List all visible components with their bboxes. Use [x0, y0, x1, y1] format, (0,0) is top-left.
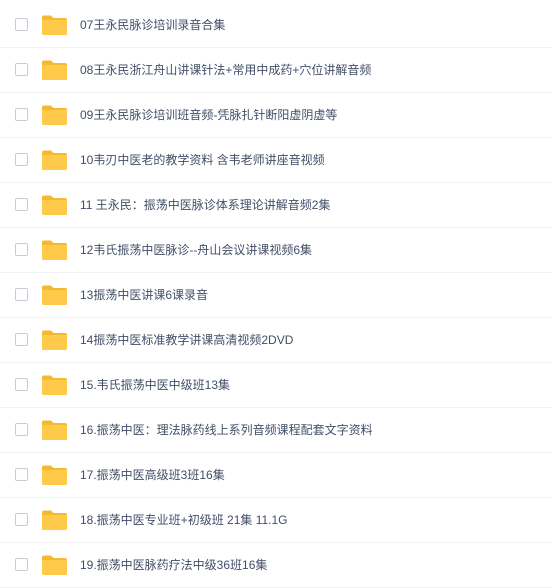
folder-icon [41, 14, 68, 36]
select-checkbox[interactable] [15, 198, 28, 211]
select-checkbox[interactable] [15, 243, 28, 256]
select-checkbox[interactable] [15, 288, 28, 301]
select-checkbox[interactable] [15, 153, 28, 166]
folder-icon [41, 104, 68, 126]
list-item[interactable]: 17.振荡中医高级班3班16集 [0, 453, 552, 498]
folder-name-link[interactable]: 17.振荡中医高级班3班16集 [80, 467, 225, 483]
select-checkbox[interactable] [15, 63, 28, 76]
folder-icon [41, 329, 68, 351]
list-item[interactable]: 08王永民浙江舟山讲课针法+常用中成药+穴位讲解音频 [0, 48, 552, 93]
select-checkbox[interactable] [15, 513, 28, 526]
folder-name-link[interactable]: 09王永民脉诊培训班音频-凭脉扎针断阳虚阴虚等 [80, 107, 337, 123]
list-item[interactable]: 07王永民脉诊培训录音合集 [0, 3, 552, 48]
folder-name-link[interactable]: 07王永民脉诊培训录音合集 [80, 17, 225, 33]
folder-icon [41, 419, 68, 441]
folder-icon [41, 59, 68, 81]
select-checkbox[interactable] [15, 18, 28, 31]
folder-icon [41, 239, 68, 261]
folder-name-link[interactable]: 16.振荡中医：理法脉药线上系列音频课程配套文字资料 [80, 422, 373, 438]
list-item[interactable]: 16.振荡中医：理法脉药线上系列音频课程配套文字资料 [0, 408, 552, 453]
folder-icon [41, 464, 68, 486]
select-checkbox[interactable] [15, 468, 28, 481]
select-checkbox[interactable] [15, 423, 28, 436]
folder-name-link[interactable]: 13振荡中医讲课6课录音 [80, 287, 208, 303]
file-list: 07王永民脉诊培训录音合集 08王永民浙江舟山讲课针法+常用中成药+穴位讲解音频… [0, 0, 552, 588]
folder-name-link[interactable]: 10韦刃中医老的教学资料 含韦老师讲座音视频 [80, 152, 325, 168]
list-item[interactable]: 18.振荡中医专业班+初级班 21集 11.1G [0, 498, 552, 543]
folder-icon [41, 194, 68, 216]
list-item[interactable]: 13振荡中医讲课6课录音 [0, 273, 552, 318]
select-checkbox[interactable] [15, 558, 28, 571]
folder-icon [41, 554, 68, 576]
select-checkbox[interactable] [15, 333, 28, 346]
list-item[interactable]: 09王永民脉诊培训班音频-凭脉扎针断阳虚阴虚等 [0, 93, 552, 138]
list-item[interactable]: 12韦氏振荡中医脉诊--舟山会议讲课视频6集 [0, 228, 552, 273]
folder-name-link[interactable]: 19.振荡中医脉药疗法中级36班16集 [80, 557, 267, 573]
folder-icon [41, 149, 68, 171]
folder-icon [41, 509, 68, 531]
folder-name-link[interactable]: 12韦氏振荡中医脉诊--舟山会议讲课视频6集 [80, 242, 312, 258]
list-item[interactable]: 15.韦氏振荡中医中级班13集 [0, 363, 552, 408]
list-item[interactable]: 10韦刃中医老的教学资料 含韦老师讲座音视频 [0, 138, 552, 183]
folder-icon [41, 284, 68, 306]
folder-name-link[interactable]: 11 王永民：振荡中医脉诊体系理论讲解音频2集 [80, 197, 330, 213]
list-item[interactable]: 11 王永民：振荡中医脉诊体系理论讲解音频2集 [0, 183, 552, 228]
select-checkbox[interactable] [15, 108, 28, 121]
list-item[interactable]: 14振荡中医标准教学讲课高清视频2DVD [0, 318, 552, 363]
folder-name-link[interactable]: 18.振荡中医专业班+初级班 21集 11.1G [80, 512, 288, 528]
folder-name-link[interactable]: 14振荡中医标准教学讲课高清视频2DVD [80, 332, 293, 348]
folder-name-link[interactable]: 15.韦氏振荡中医中级班13集 [80, 377, 230, 393]
select-checkbox[interactable] [15, 378, 28, 391]
folder-name-link[interactable]: 08王永民浙江舟山讲课针法+常用中成药+穴位讲解音频 [80, 62, 371, 78]
folder-icon [41, 374, 68, 396]
list-item[interactable]: 19.振荡中医脉药疗法中级36班16集 [0, 543, 552, 588]
